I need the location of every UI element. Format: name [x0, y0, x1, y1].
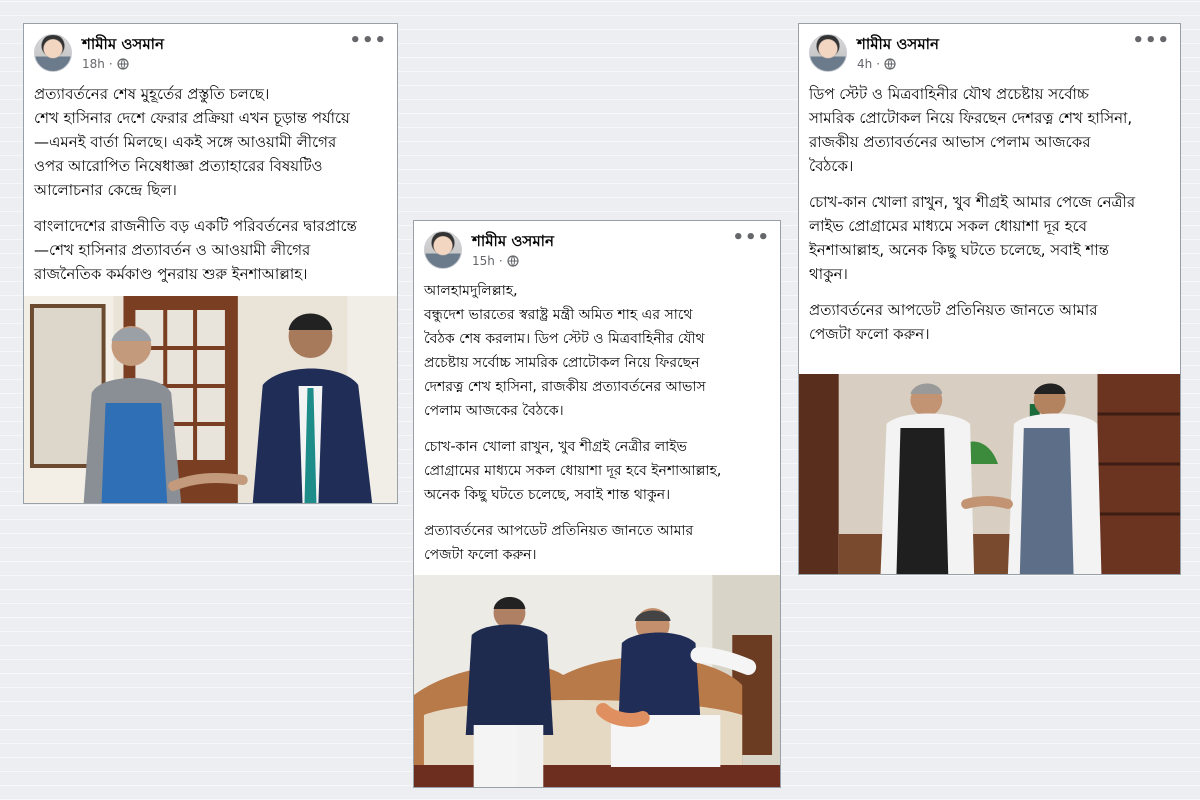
author-name[interactable]: শামীম ওসমান	[857, 33, 939, 58]
avatar[interactable]	[809, 34, 847, 72]
globe-icon	[117, 58, 129, 70]
more-options-icon[interactable]: •••	[732, 229, 770, 247]
post-header: শামীম ওসমান 15h · •••	[414, 221, 780, 279]
post-photo[interactable]	[799, 374, 1180, 574]
post-time[interactable]: 15h	[472, 254, 495, 268]
post-paragraph: প্রত্যাবর্তনের শেষ মুহূর্তের প্রস্তুতি চ…	[34, 85, 350, 199]
post-paragraph: আলহামদুলিল্লাহ, বন্ধুদেশ ভারতের স্বরাষ্ট…	[424, 283, 706, 419]
post-paragraph: প্রত্যাবর্তনের আপডেট প্রতিনিয়ত জানতে আম…	[424, 523, 694, 563]
post-paragraph: প্রত্যাবর্তনের আপডেট প্রতিনিয়ত জানতে আম…	[809, 301, 1098, 343]
globe-icon	[884, 58, 896, 70]
post-time[interactable]: 18h	[82, 57, 105, 71]
post-body: ডিপ স্টেট ও মিত্রবাহিনীর যৌথ প্রচেষ্টায়…	[799, 82, 1180, 346]
more-options-icon[interactable]: •••	[1132, 32, 1170, 50]
post-paragraph: চোখ-কান খোলা রাখুন, খুব শীগ্রই আমার পেজে…	[809, 193, 1136, 283]
post-card-3: শামীম ওসমান 4h · ••• ডিপ স্টেট ও মিত্রবা…	[798, 23, 1181, 575]
post-paragraph: চোখ-কান খোলা রাখুন, খুব শীগ্রই নেত্রীর ল…	[424, 439, 722, 503]
author-name[interactable]: শামীম ওসমান	[472, 230, 554, 255]
post-meta: 15h ·	[472, 254, 519, 268]
avatar[interactable]	[34, 34, 72, 72]
post-body: প্রত্যাবর্তনের শেষ মুহূর্তের প্রস্তুতি চ…	[24, 82, 397, 286]
post-paragraph: ডিপ স্টেট ও মিত্রবাহিনীর যৌথ প্রচেষ্টায়…	[809, 85, 1133, 175]
post-photo[interactable]	[414, 575, 780, 787]
avatar[interactable]	[424, 231, 462, 269]
post-time[interactable]: 4h	[857, 57, 872, 71]
post-body: আলহামদুলিল্লাহ, বন্ধুদেশ ভারতের স্বরাষ্ট…	[414, 279, 780, 567]
more-options-icon[interactable]: •••	[349, 32, 387, 50]
post-meta: 4h ·	[857, 57, 896, 71]
post-card-2: শামীম ওসমান 15h · ••• আলহামদুলিল্লাহ, বন…	[413, 220, 781, 788]
post-header: শামীম ওসমান 18h · •••	[24, 24, 397, 82]
globe-icon	[507, 255, 519, 267]
author-name[interactable]: শামীম ওসমান	[82, 33, 164, 58]
post-card-1: শামীম ওসমান 18h · ••• প্রত্যাবর্তনের শেষ…	[23, 23, 398, 504]
post-meta: 18h ·	[82, 57, 129, 71]
post-header: শামীম ওসমান 4h · •••	[799, 24, 1180, 82]
post-paragraph: বাংলাদেশের রাজনীতি বড় একটি পরিবর্তনের দ…	[34, 217, 357, 283]
post-photo[interactable]	[24, 296, 397, 503]
